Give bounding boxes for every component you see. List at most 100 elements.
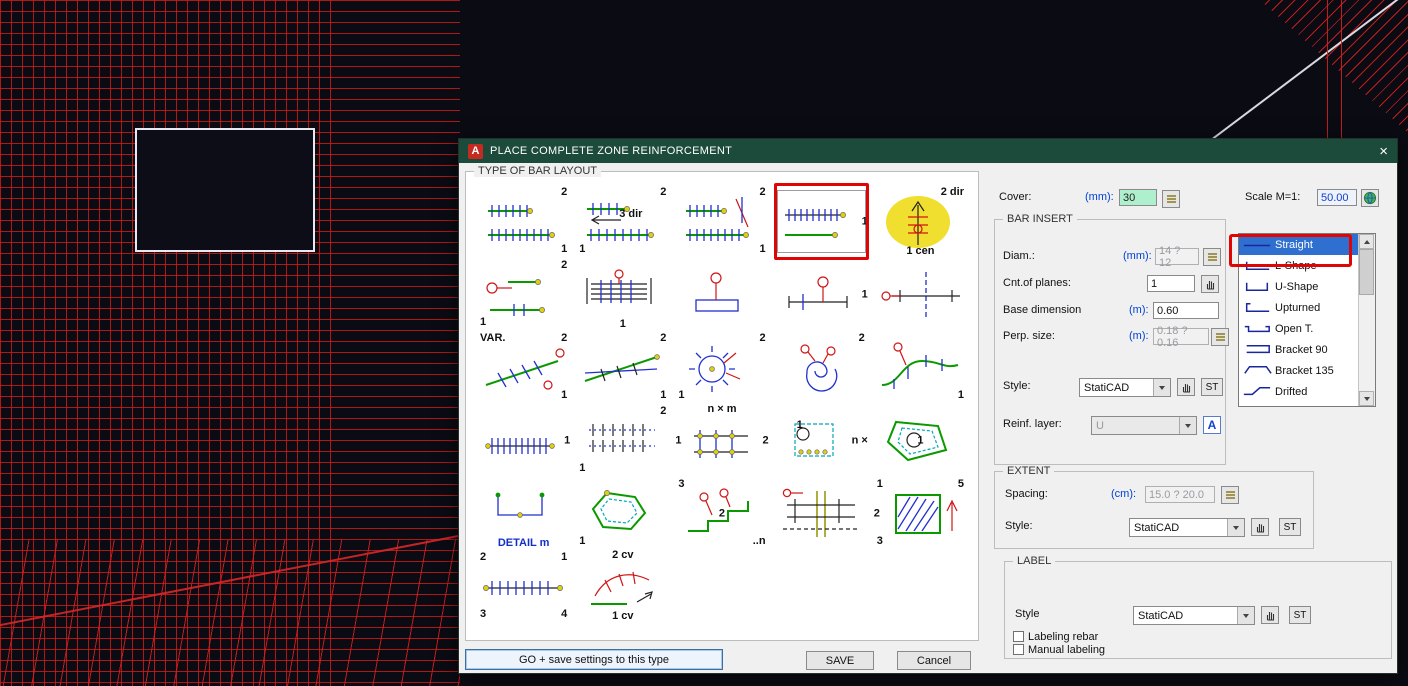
group-title: BAR INSERT: [1003, 213, 1077, 225]
dialog-titlebar[interactable]: A PLACE COMPLETE ZONE REINFORCEMENT ×: [459, 139, 1397, 163]
shape-list-scrollbar[interactable]: [1358, 234, 1375, 406]
chevron-down-icon[interactable]: [1227, 519, 1244, 536]
diam-label: Diam.:: [1003, 250, 1035, 262]
bar-layout-icon: [782, 488, 860, 537]
bar-layout-curve-cv[interactable]: 2 cv 1 cv: [573, 550, 672, 623]
bar-layout-section[interactable]: [772, 477, 871, 550]
cover-input[interactable]: 30: [1119, 189, 1157, 206]
shape-item-upturned[interactable]: Upturned: [1239, 297, 1359, 318]
corner-hatch: [1259, 0, 1408, 133]
base-dimension-row: Base dimension (m): 0.60: [995, 302, 1225, 321]
icon-label: 1: [957, 389, 964, 401]
bar-layout-variable[interactable]: VAR. 2 1: [474, 331, 573, 404]
bar-layout-single-row[interactable]: 1: [474, 404, 573, 477]
bar-layout-2dir-center[interactable]: 2 dir 1 cen: [871, 185, 970, 258]
extent-style-pick-button[interactable]: [1251, 518, 1269, 536]
group-title: EXTENT: [1003, 465, 1055, 477]
base-dimension-input[interactable]: 0.60: [1153, 302, 1219, 319]
extent-style-st-button[interactable]: ST: [1279, 518, 1301, 536]
extent-style-select[interactable]: StatiCAD: [1129, 518, 1245, 537]
spacing-input[interactable]: 15.0 ? 20.0: [1145, 486, 1215, 503]
globe-icon: [1363, 191, 1377, 205]
bar-layout-leader[interactable]: 2 1: [474, 258, 573, 331]
shape-item-u-shape[interactable]: U-Shape: [1239, 276, 1359, 297]
bar-layout-four-ends[interactable]: 2 3 1 4: [474, 550, 573, 623]
bar-layout-polygon[interactable]: 1: [871, 404, 970, 477]
straight-shape-icon: [1243, 244, 1271, 247]
bar-layout-nxm[interactable]: n × m 1 2: [672, 404, 771, 477]
bar-layout-radial[interactable]: 2 1: [672, 331, 771, 404]
diam-input[interactable]: 14 ? 12: [1155, 245, 1199, 269]
bar-layout-axis-cross[interactable]: [871, 258, 970, 331]
drifted-shape-icon: [1243, 387, 1271, 396]
bar-layout-skewed[interactable]: 2 1: [672, 185, 771, 258]
label-style-select[interactable]: StatiCAD: [1133, 606, 1255, 625]
shape-item-bracket-135[interactable]: Bracket 135: [1239, 360, 1359, 381]
manual-labeling-label: Manual labeling: [1028, 644, 1106, 656]
icon-label: 1: [564, 434, 571, 446]
icon-label: 1: [561, 389, 568, 401]
shape-item-l-shape[interactable]: L-Shape: [1239, 255, 1359, 276]
bar-layout-icon: [590, 571, 653, 605]
label-style-pick-button[interactable]: [1261, 606, 1279, 624]
bar-layout-single-span[interactable]: 1: [772, 258, 871, 331]
icon-label: 2: [858, 332, 865, 344]
cover-stack-button[interactable]: [1162, 190, 1180, 208]
bar-layout-region[interactable]: 1: [573, 477, 672, 550]
cnt-pick-button[interactable]: [1201, 275, 1219, 293]
bar-style-pick-button[interactable]: [1177, 378, 1195, 396]
bar-layout-nx-box[interactable]: 1 n ×: [772, 404, 871, 477]
bar-layout-two-layer[interactable]: 2 1: [474, 185, 573, 258]
perp-unit: (m):: [1129, 330, 1149, 342]
perp-size-input[interactable]: 0.18 ? 0.16: [1153, 325, 1209, 349]
reinf-layer-select[interactable]: U: [1091, 416, 1197, 435]
icon-label: 1: [579, 243, 586, 255]
perp-stack-button[interactable]: [1211, 328, 1229, 346]
go-save-settings-button[interactable]: GO + save settings to this type: [465, 649, 723, 670]
bar-layout-curved[interactable]: 1: [871, 331, 970, 404]
manual-labeling-checkbox[interactable]: [1013, 644, 1024, 655]
save-button[interactable]: SAVE: [806, 651, 874, 670]
icon-label: 1: [796, 419, 803, 431]
bar-layout-stairs[interactable]: 3 2 ..n: [672, 477, 771, 550]
close-icon[interactable]: ×: [1379, 144, 1388, 159]
cancel-button[interactable]: Cancel: [897, 651, 971, 670]
icon-label: 2: [561, 259, 568, 271]
label-group: LABEL Style StatiCAD ST Labeling rebar M…: [1004, 555, 1392, 659]
bar-layout-stacked[interactable]: 1: [573, 258, 672, 331]
bar-layout-spiral[interactable]: 2: [772, 331, 871, 404]
scale-input[interactable]: 50.00: [1317, 189, 1357, 206]
l-shape-icon: [1245, 261, 1270, 270]
scroll-down-icon[interactable]: [1359, 391, 1374, 406]
diam-stack-button[interactable]: [1203, 248, 1221, 266]
shape-item-bracket-90[interactable]: Bracket 90: [1239, 339, 1359, 360]
shape-item-drifted[interactable]: Drifted: [1239, 381, 1359, 402]
shape-item-straight[interactable]: Straight: [1239, 234, 1359, 255]
bar-insert-group: BAR INSERT Diam.: (mm): 14 ? 12 Cnt.of p…: [994, 213, 1229, 465]
cad-canvas[interactable]: A PLACE COMPLETE ZONE REINFORCEMENT × TY…: [0, 0, 1408, 686]
chevron-down-icon[interactable]: [1153, 379, 1170, 396]
spacing-stack-button[interactable]: [1221, 486, 1239, 504]
bar-style-select[interactable]: StatiCAD: [1079, 378, 1171, 397]
stack-icon: [1166, 195, 1176, 203]
cnt-planes-input[interactable]: 1: [1147, 275, 1195, 292]
layer-a-button[interactable]: A: [1203, 416, 1221, 434]
bar-layout-dotted-rows[interactable]: 2 1: [573, 404, 672, 477]
chevron-down-icon[interactable]: [1179, 417, 1196, 434]
shape-item-open-t[interactable]: Open T.: [1239, 318, 1359, 339]
bar-layout-selected[interactable]: 1: [772, 183, 871, 260]
bar-layout-hatched[interactable]: 5 1 2 3: [871, 477, 970, 550]
bar-layout-icon: [485, 278, 545, 316]
bar-layout-beam[interactable]: [672, 258, 771, 331]
labeling-rebar-checkbox[interactable]: [1013, 631, 1024, 642]
label-style-st-button[interactable]: ST: [1289, 606, 1311, 624]
bar-layout-3dir[interactable]: 2 3 dir 1: [573, 185, 672, 258]
scale-globe-button[interactable]: [1361, 189, 1379, 207]
bar-layout-detail[interactable]: DETAIL m: [474, 477, 573, 550]
chevron-down-icon[interactable]: [1237, 607, 1254, 624]
bar-layout-sloped[interactable]: 2 1: [573, 331, 672, 404]
cnt-row: Cnt.of planes: 1: [995, 275, 1225, 294]
bar-style-st-button[interactable]: ST: [1201, 378, 1223, 396]
scroll-up-icon[interactable]: [1359, 234, 1374, 249]
scrollbar-thumb[interactable]: [1359, 249, 1374, 295]
